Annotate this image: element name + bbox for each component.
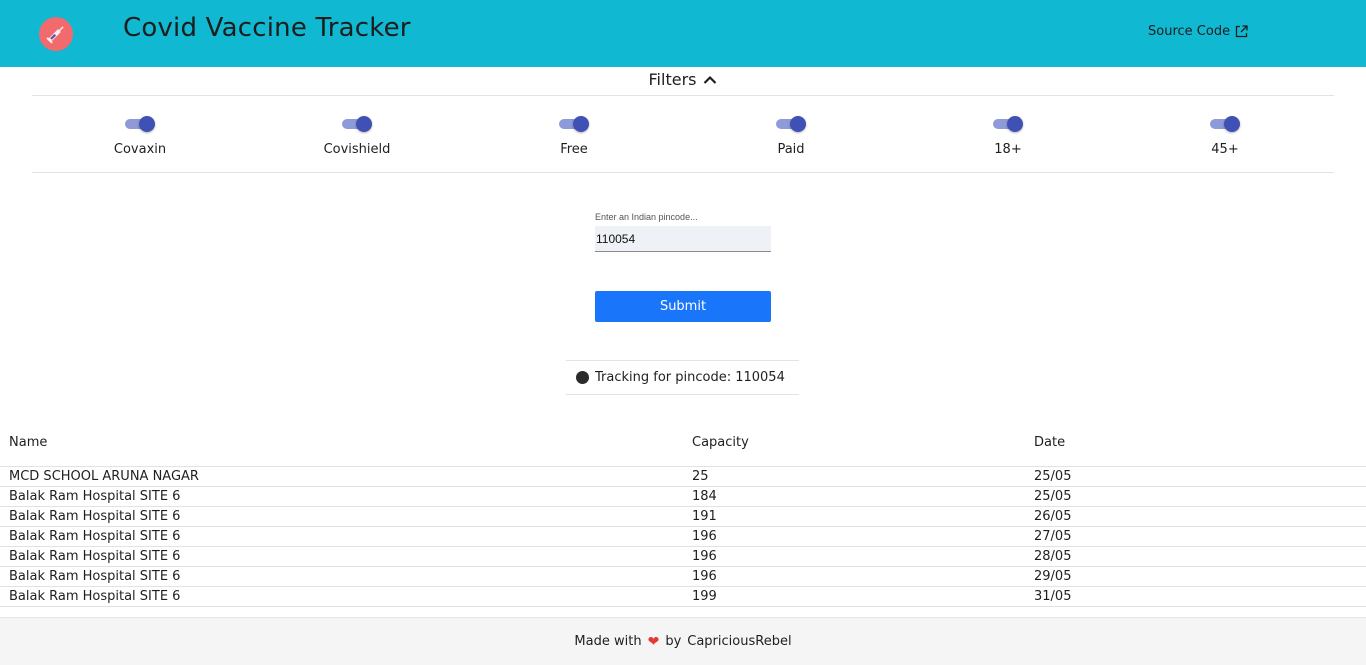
app-header: Covid Vaccine Tracker Source Code xyxy=(0,0,1366,67)
filter-18-plus: 18+ xyxy=(908,114,1108,157)
submit-button[interactable]: Submit xyxy=(595,291,771,322)
cell-date: 28/05 xyxy=(1034,549,1072,564)
filters-bottom-divider xyxy=(32,172,1334,173)
filter-label: Free xyxy=(560,142,588,157)
cell-date: 27/05 xyxy=(1034,529,1072,544)
pincode-input[interactable] xyxy=(595,226,771,252)
filters-top-divider xyxy=(32,95,1334,96)
status-dot-icon xyxy=(576,371,589,384)
tracking-text: Tracking for pincode: 110054 xyxy=(595,370,785,385)
pincode-block: Enter an Indian pincode... xyxy=(595,212,771,252)
footer-author[interactable]: CapriciousRebel xyxy=(687,634,791,649)
pincode-label: Enter an Indian pincode... xyxy=(595,212,698,222)
external-link-icon xyxy=(1235,25,1248,38)
filters-toggle[interactable]: Filters xyxy=(0,70,1366,89)
cell-date: 25/05 xyxy=(1034,469,1072,484)
centers-table: Name Capacity Date MCD SCHOOL ARUNA NAGA… xyxy=(0,427,1366,607)
cell-name: Balak Ram Hospital SITE 6 xyxy=(9,529,181,544)
table-row: Balak Ram Hospital SITE 6 196 27/05 xyxy=(0,527,1366,547)
cell-name: MCD SCHOOL ARUNA NAGAR xyxy=(9,469,199,484)
cell-capacity: 196 xyxy=(692,569,717,584)
cell-date: 26/05 xyxy=(1034,509,1072,524)
app-title: Covid Vaccine Tracker xyxy=(123,13,411,43)
free-switch[interactable] xyxy=(559,114,589,134)
table-header-row: Name Capacity Date xyxy=(0,427,1366,467)
filter-label: Covishield xyxy=(323,142,391,157)
footer-by: by xyxy=(665,634,682,649)
covaxin-switch[interactable] xyxy=(125,114,155,134)
filter-label: Covaxin xyxy=(113,142,167,157)
table-row: Balak Ram Hospital SITE 6 199 31/05 xyxy=(0,587,1366,607)
source-code-link[interactable]: Source Code xyxy=(1148,24,1248,39)
cell-capacity: 25 xyxy=(692,469,709,484)
footer: Made with ❤ by CapriciousRebel xyxy=(0,617,1366,665)
cell-capacity: 196 xyxy=(692,529,717,544)
table-row: MCD SCHOOL ARUNA NAGAR 25 25/05 xyxy=(0,467,1366,487)
covishield-switch[interactable] xyxy=(342,114,372,134)
cell-name: Balak Ram Hospital SITE 6 xyxy=(9,589,181,604)
cell-date: 31/05 xyxy=(1034,589,1072,604)
column-header-capacity: Capacity xyxy=(692,435,749,450)
filter-label: 18+ xyxy=(994,142,1022,157)
age-18-switch[interactable] xyxy=(993,114,1023,134)
source-code-label: Source Code xyxy=(1148,24,1231,39)
cell-name: Balak Ram Hospital SITE 6 xyxy=(9,549,181,564)
tracking-status: Tracking for pincode: 110054 xyxy=(566,360,799,395)
cell-capacity: 184 xyxy=(692,489,717,504)
column-header-date: Date xyxy=(1034,435,1066,450)
table-row: Balak Ram Hospital SITE 6 196 29/05 xyxy=(0,567,1366,587)
cell-date: 25/05 xyxy=(1034,489,1072,504)
cell-name: Balak Ram Hospital SITE 6 xyxy=(9,509,181,524)
filters-label: Filters xyxy=(648,70,697,89)
filter-paid: Paid xyxy=(691,114,891,157)
cell-date: 29/05 xyxy=(1034,569,1072,584)
filter-45-plus: 45+ xyxy=(1125,114,1325,157)
cell-capacity: 199 xyxy=(692,589,717,604)
filter-label: Paid xyxy=(777,142,805,157)
cell-name: Balak Ram Hospital SITE 6 xyxy=(9,489,181,504)
syringe-icon xyxy=(39,17,73,51)
table-row: Balak Ram Hospital SITE 6 196 28/05 xyxy=(0,547,1366,567)
chevron-up-icon xyxy=(704,75,717,84)
cell-name: Balak Ram Hospital SITE 6 xyxy=(9,569,181,584)
column-header-name: Name xyxy=(9,435,48,450)
table-row: Balak Ram Hospital SITE 6 191 26/05 xyxy=(0,507,1366,527)
cell-capacity: 196 xyxy=(692,549,717,564)
cell-capacity: 191 xyxy=(692,509,717,524)
age-45-switch[interactable] xyxy=(1210,114,1240,134)
filter-covishield: Covishield xyxy=(257,114,457,157)
filter-covaxin: Covaxin xyxy=(40,114,240,157)
filter-label: 45+ xyxy=(1211,142,1239,157)
table-row: Balak Ram Hospital SITE 6 184 25/05 xyxy=(0,487,1366,507)
filter-free: Free xyxy=(474,114,674,157)
footer-made-with: Made with xyxy=(574,634,642,649)
paid-switch[interactable] xyxy=(776,114,806,134)
heart-icon: ❤ xyxy=(647,633,660,650)
